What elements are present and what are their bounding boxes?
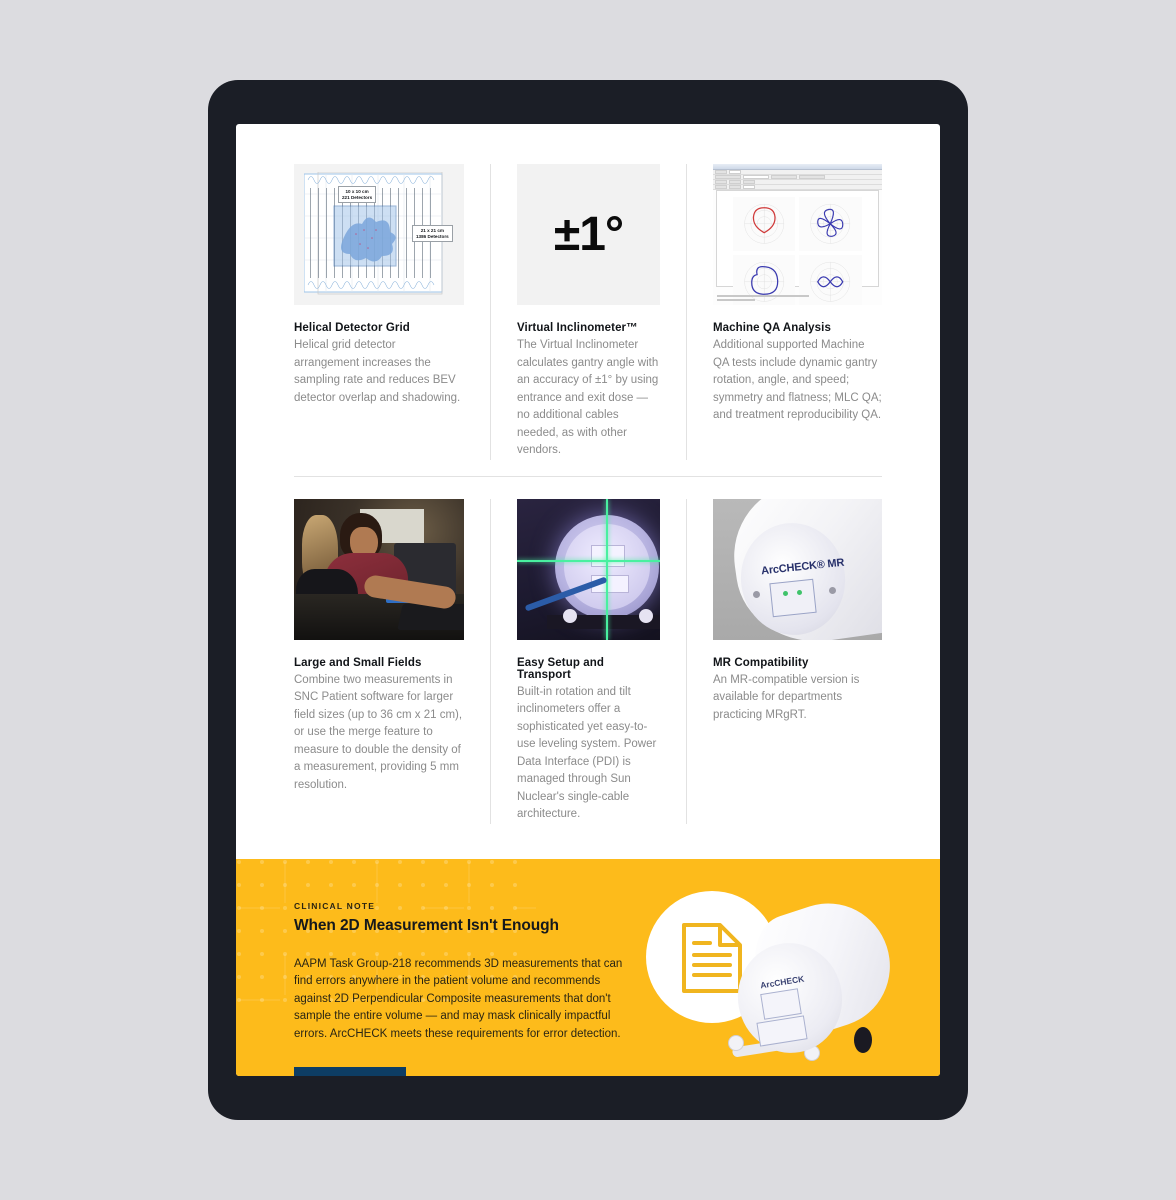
laser-crosshair-vertical [605,498,608,640]
feature-body: Helical grid detector arrangement increa… [294,339,461,404]
feature-title: Virtual Inclinometer™ [516,322,638,334]
feature-body: An MR-compatible version is available fo… [712,673,860,721]
feature-row-2: Large and Small Fields Combine two measu… [294,475,882,824]
qa-software-screenshot [712,164,882,305]
detector-grid-thumbnail: 10 x 10 cm 221 Detectors 21 x 21 cm 1386… [294,164,464,305]
feature-card-machine-qa-analysis: Machine QA Analysis Additional supported… [685,164,882,460]
feature-card-easy-setup-and-transport: Easy Setup and Transport Built-in rotati… [489,498,686,824]
clinicians-workstation-thumbnail [294,498,464,640]
feature-title: Easy Setup and Transport [516,656,605,681]
feature-grid: 10 x 10 cm 221 Detectors 21 x 21 cm 1386… [236,124,940,824]
feature-body: Additional supported Machine QA tests in… [712,339,882,421]
feature-body: Combine two measurements in SNC Patient … [294,673,463,791]
learn-more-button[interactable]: Learn more > [294,1067,406,1076]
treatment-room-thumbnail [516,498,660,640]
tablet-device-frame: 10 x 10 cm 221 Detectors 21 x 21 cm 1386… [208,80,968,1120]
feature-title: Large and Small Fields [294,656,422,669]
feature-card-helical-detector-grid: 10 x 10 cm 221 Detectors 21 x 21 cm 1386… [294,164,490,460]
feature-card-mr-compatibility: ArcCHECK® MR MR Compatibility An MR-comp… [685,498,882,824]
clinical-note-title: When 2D Measurement Isn't Enough [294,916,559,934]
clinical-note-eyebrow: CLINICAL NOTE [294,900,376,911]
tablet-screen: 10 x 10 cm 221 Detectors 21 x 21 cm 1386… [236,124,940,1076]
qa-plot-canvas [715,190,879,305]
feature-title: Helical Detector Grid [294,322,410,334]
laser-crosshair-horizontal [516,559,660,562]
detector-label-10x10: 10 x 10 cm 221 Detectors [338,186,377,203]
clinical-note-artwork: ArcCHECK [628,877,918,1077]
clinicians-at-workstation-photo [294,498,464,640]
feature-title: Machine QA Analysis [712,322,831,334]
feature-title: MR Compatibility [712,656,809,669]
arccheck-mr-product-photo: ArcCHECK® MR [712,498,882,640]
feature-card-virtual-inclinometer: ±1° Virtual Inclinometer™ The Virtual In… [489,164,686,460]
clinical-note-content: CLINICAL NOTE When 2D Measurement Isn't … [294,900,634,1076]
arccheck-device-photo: ArcCHECK [726,887,912,1077]
arccheck-mr-thumbnail: ArcCHECK® MR [712,498,882,640]
polar-plot-rose [799,197,862,251]
feature-card-large-and-small-fields: Large and Small Fields Combine two measu… [294,498,490,824]
detector-label-21x21: 21 x 21 cm 1386 Detectors [412,225,453,242]
accuracy-value: ±1° [553,208,624,261]
qa-status-footer [716,293,809,301]
feature-body: Built-in rotation and tilt inclinometers… [516,685,657,821]
polar-plot-cardioid [732,197,796,251]
clinical-note-panel: CLINICAL NOTE When 2D Measurement Isn't … [236,858,940,1077]
feature-row-1: 10 x 10 cm 221 Detectors 21 x 21 cm 1386… [294,164,882,460]
plus-minus-degree-graphic: ±1° [516,164,660,305]
virtual-inclinometer-thumbnail: ±1° [516,164,660,305]
arccheck-in-treatment-room-photo [516,498,660,640]
clinical-note-body: AAPM Task Group-218 recommends 3D measur… [294,957,623,1040]
machine-qa-thumbnail [712,164,882,305]
detector-grid-diagram-icon: 10 x 10 cm 221 Detectors 21 x 21 cm 1386… [294,164,464,305]
feature-body: The Virtual Inclinometer calculates gant… [516,339,659,456]
